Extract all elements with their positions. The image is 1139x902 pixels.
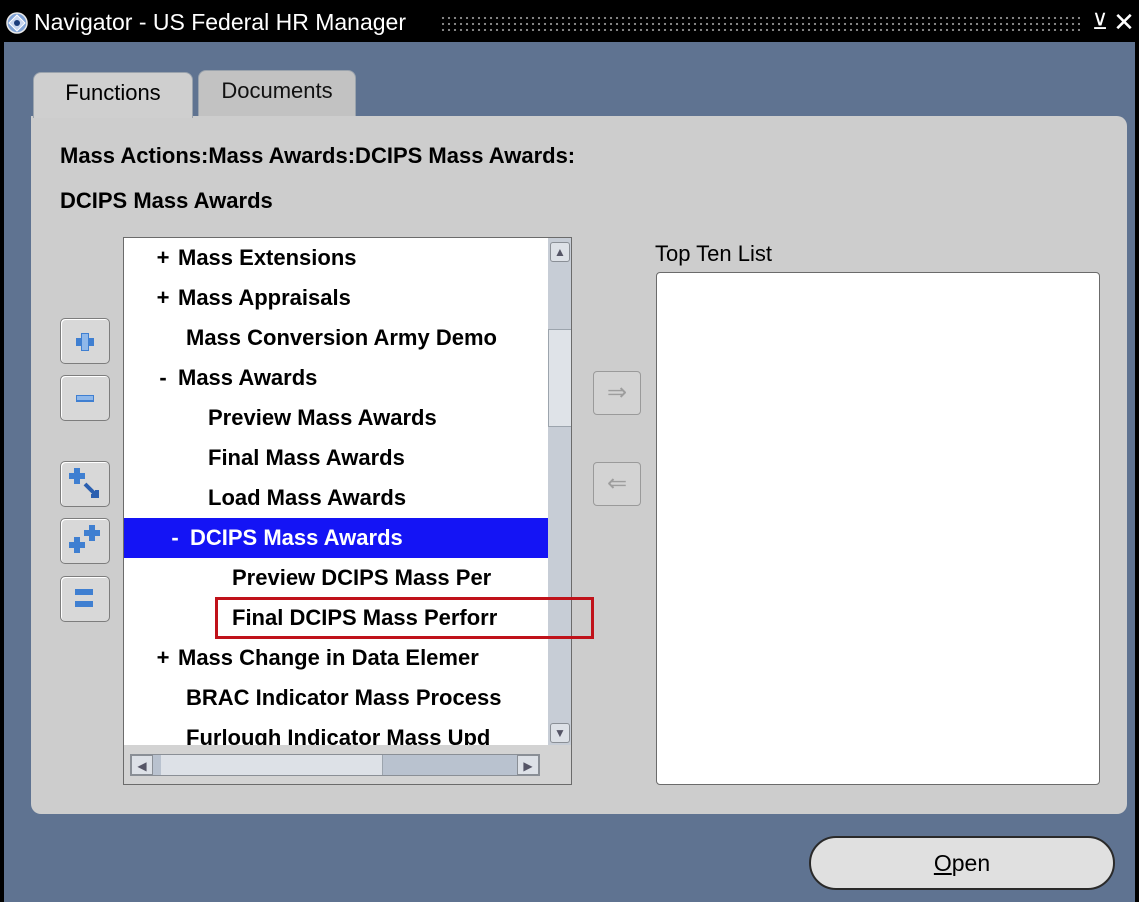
tree-item-label: Preview DCIPS Mass Per — [232, 565, 492, 590]
expand-button[interactable] — [60, 318, 110, 364]
scroll-left-icon[interactable]: ◀ — [131, 755, 153, 775]
window-title: Navigator - US Federal HR Manager — [34, 9, 406, 35]
tree-item-label: DCIPS Mass Awards — [190, 525, 403, 550]
expand-plus-icon — [76, 333, 94, 351]
tree-item[interactable]: + Mass Extensions — [124, 238, 548, 278]
tree-item-selected[interactable]: - DCIPS Mass Awards — [124, 518, 548, 558]
add-to-top-ten-button[interactable]: ⇒ — [593, 371, 641, 415]
tree-horizontal-scrollbar[interactable]: ◀ ▶ — [124, 745, 571, 784]
page-title: DCIPS Mass Awards — [60, 188, 273, 213]
tree-vertical-scrollbar[interactable]: ▲ ▼ — [548, 238, 571, 745]
tree-item-label: Preview Mass Awards — [208, 405, 437, 430]
expand-branch-button[interactable] — [60, 461, 110, 507]
close-icon[interactable]: ✕ — [1112, 7, 1136, 38]
tree-item-label: Mass Conversion Army Demo — [186, 325, 497, 350]
tree-item[interactable]: Preview Mass Awards — [124, 398, 548, 438]
scroll-up-icon[interactable]: ▲ — [550, 242, 570, 262]
tree-item-label: Load Mass Awards — [208, 485, 407, 510]
tree-item[interactable]: + Mass Appraisals — [124, 278, 548, 318]
tree-item-label: Mass Appraisals — [178, 285, 351, 310]
tree-item[interactable]: + Mass Change in Data Elemer — [124, 638, 548, 678]
open-mnemonic: O — [933, 850, 952, 876]
expand-toggle-icon[interactable]: + — [152, 278, 174, 318]
tree-item[interactable]: Preview DCIPS Mass Per — [124, 558, 548, 598]
expand-toggle-icon[interactable]: + — [152, 638, 174, 678]
vertical-scroll-thumb[interactable] — [548, 329, 571, 427]
tree-item-label: BRAC Indicator Mass Process — [186, 685, 502, 710]
tree-item[interactable]: BRAC Indicator Mass Process — [124, 678, 548, 718]
tree-item[interactable]: Mass Conversion Army Demo — [124, 318, 548, 358]
remove-from-top-ten-button[interactable]: ⇐ — [593, 462, 641, 506]
horizontal-scroll-track[interactable]: ◀ ▶ — [130, 754, 540, 776]
breadcrumb: Mass Actions:Mass Awards:DCIPS Mass Awar… — [60, 143, 576, 168]
minimize-icon[interactable]: ⊻ — [1088, 9, 1112, 35]
open-button[interactable]: Open — [809, 836, 1115, 890]
open-label-rest: pen — [951, 850, 991, 876]
collapse-all-button[interactable] — [60, 576, 110, 622]
collapse-toggle-icon[interactable]: - — [152, 358, 174, 398]
tree-item-label: Mass Awards — [178, 365, 318, 390]
horizontal-scroll-thumb[interactable] — [161, 755, 383, 775]
arrow-right-icon: ⇒ — [606, 379, 628, 406]
scroll-down-icon[interactable]: ▼ — [550, 723, 570, 743]
tree-item-label: Final Mass Awards — [208, 445, 405, 470]
tree-item-label: Mass Change in Data Elemer — [178, 645, 479, 670]
tab-functions[interactable]: Functions — [33, 72, 193, 118]
highlight-box — [215, 597, 594, 639]
collapse-button[interactable] — [60, 375, 110, 421]
expand-toggle-icon[interactable]: + — [152, 238, 174, 278]
expand-branch-icon — [69, 468, 99, 498]
collapse-minus-icon — [76, 395, 94, 402]
oracle-app-icon — [4, 11, 30, 35]
collapse-toggle-icon[interactable]: - — [164, 518, 186, 558]
tree-item-label: Mass Extensions — [178, 245, 357, 270]
title-bar: Navigator - US Federal HR Manager ⊻ ✕ — [0, 0, 1139, 42]
function-tree[interactable]: + Mass Extensions + Mass Appraisals Mass Con… — [123, 237, 572, 785]
tab-documents[interactable]: Documents — [198, 70, 356, 116]
collapse-all-icon — [75, 589, 93, 607]
tree-item[interactable]: Final Mass Awards — [124, 438, 548, 478]
top-ten-label: Top Ten List — [655, 241, 773, 266]
arrow-left-icon: ⇐ — [606, 470, 628, 497]
expand-all-icon — [69, 525, 100, 553]
tree-item[interactable]: Load Mass Awards — [124, 478, 548, 518]
expand-all-button[interactable] — [60, 518, 110, 564]
scroll-right-icon[interactable]: ▶ — [517, 755, 539, 775]
tree-item[interactable]: - Mass Awards — [124, 358, 548, 398]
top-ten-list[interactable] — [656, 272, 1100, 785]
title-bar-grip[interactable] — [440, 15, 1080, 31]
